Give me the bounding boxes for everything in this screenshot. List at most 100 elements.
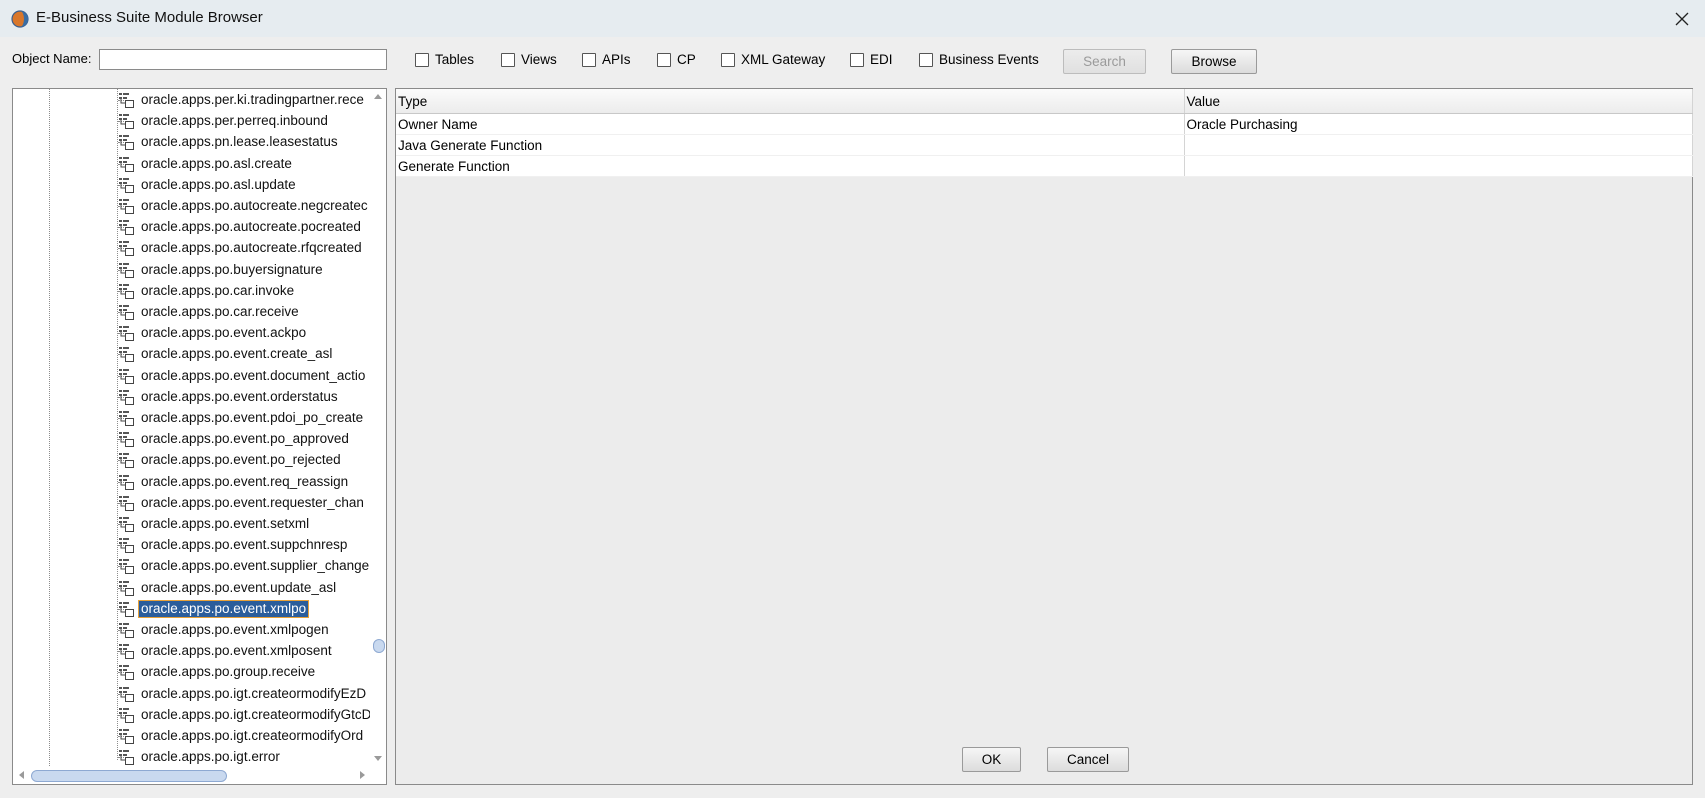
tree-item[interactable]: oracle.apps.po.car.receive (13, 302, 371, 323)
close-icon (1675, 12, 1689, 25)
tree-item-label: oracle.apps.po.asl.update (141, 176, 296, 192)
tree-vertical-scrollbar[interactable] (370, 89, 386, 766)
business-event-node-icon (119, 389, 134, 405)
tree-item[interactable]: oracle.apps.po.autocreate.negcreatec (13, 196, 371, 217)
business-event-node-icon (119, 580, 134, 596)
tree-item-label: oracle.apps.po.event.req_reassign (141, 473, 349, 489)
tree-item-label: oracle.apps.po.event.requester_chan (141, 494, 364, 510)
tree-item[interactable]: oracle.apps.po.event.supplier_change (13, 556, 371, 577)
checkbox-box[interactable] (582, 52, 596, 67)
business-event-node-icon (119, 665, 134, 681)
views-checkbox[interactable]: Views (501, 52, 557, 67)
object-name-label: Object Name: (12, 51, 92, 66)
xml-gateway-checkbox-label: XML Gateway (741, 52, 826, 67)
business-event-node-icon (119, 601, 134, 617)
tree-item[interactable]: oracle.apps.po.event.req_reassign (13, 472, 371, 493)
business-events-checkbox[interactable]: Business Events (919, 52, 1039, 67)
tree-horizontal-scrollbar[interactable] (13, 766, 371, 784)
tree-item[interactable]: oracle.apps.po.asl.create (13, 154, 371, 175)
tree-item[interactable]: oracle.apps.po.event.xmlpogen (13, 620, 371, 641)
business-event-node-icon (119, 495, 134, 511)
table-row[interactable]: Java Generate Function (396, 134, 1693, 156)
tree-item[interactable]: oracle.apps.po.event.ackpo (13, 323, 371, 344)
scroll-down-icon[interactable] (374, 756, 382, 761)
tree-list: oracle.apps.per.ki.tradingpartner.rece or… (13, 89, 371, 769)
business-event-node-icon (119, 559, 134, 575)
tree-item[interactable]: oracle.apps.po.car.invoke (13, 281, 371, 302)
checkbox-box[interactable] (721, 52, 735, 67)
tree-item[interactable]: oracle.apps.po.event.orderstatus (13, 387, 371, 408)
ok-button[interactable]: OK (962, 747, 1021, 772)
tree-item[interactable]: oracle.apps.per.ki.tradingpartner.rece (13, 90, 371, 111)
tree-item[interactable]: oracle.apps.po.igt.createormodifyOrd (13, 726, 371, 747)
business-event-node-icon (119, 474, 134, 490)
table-header-row: Type Value (396, 89, 1693, 114)
checkbox-box[interactable] (415, 52, 429, 67)
tree-item-label: oracle.apps.po.group.receive (141, 664, 316, 680)
tables-checkbox[interactable]: Tables (415, 52, 474, 67)
tree-item[interactable]: oracle.apps.po.event.pdoi_po_create (13, 408, 371, 429)
tree-item[interactable]: oracle.apps.po.autocreate.pocreated (13, 217, 371, 238)
tree-item[interactable]: oracle.apps.po.group.receive (13, 662, 371, 683)
tree-item[interactable]: oracle.apps.po.event.xmlpo (13, 599, 371, 620)
tree-item[interactable]: oracle.apps.po.event.update_asl (13, 578, 371, 599)
tree-item-label: oracle.apps.per.perreq.inbound (141, 113, 328, 129)
tree-item[interactable]: oracle.apps.po.event.create_asl (13, 344, 371, 365)
table-row[interactable]: Owner Name Oracle Purchasing (396, 113, 1693, 135)
checkbox-box[interactable] (919, 52, 933, 67)
checkbox-box[interactable] (501, 52, 515, 67)
browse-button[interactable]: Browse (1171, 49, 1257, 74)
tree-item[interactable]: oracle.apps.pn.lease.leasestatus (13, 132, 371, 153)
tree-item-label: oracle.apps.po.car.invoke (141, 282, 295, 298)
vertical-scroll-thumb[interactable] (373, 639, 385, 653)
checkbox-box[interactable] (657, 52, 671, 67)
tree-item[interactable]: oracle.apps.po.event.xmlposent (13, 641, 371, 662)
scroll-right-icon[interactable] (360, 771, 365, 779)
business-event-node-icon (119, 262, 134, 278)
tree-item[interactable]: oracle.apps.po.event.po_rejected (13, 450, 371, 471)
value-column-header[interactable]: Value (1184, 89, 1693, 114)
apis-checkbox-label: APIs (602, 52, 631, 67)
table-row[interactable]: Generate Function (396, 155, 1693, 177)
tree-item[interactable]: oracle.apps.po.event.setxml (13, 514, 371, 535)
tree-item-label: oracle.apps.po.igt.createormodifyOrd (141, 728, 364, 743)
checkbox-box[interactable] (850, 52, 864, 67)
xml-gateway-checkbox[interactable]: XML Gateway (721, 52, 825, 67)
search-button[interactable]: Search (1063, 49, 1146, 74)
properties-table: Type Value Owner Name Oracle Purchasing … (396, 89, 1693, 177)
tree-item[interactable]: oracle.apps.po.asl.update (13, 175, 371, 196)
tree-item[interactable]: oracle.apps.po.event.suppchnresp (13, 535, 371, 556)
scroll-up-icon[interactable] (374, 94, 382, 99)
tree-item[interactable]: oracle.apps.per.perreq.inbound (13, 111, 371, 132)
tree-item[interactable]: oracle.apps.po.igt.createormodifyEzD (13, 684, 371, 705)
cp-checkbox[interactable]: CP (657, 52, 696, 67)
close-button[interactable] (1659, 0, 1705, 37)
tree-item[interactable]: oracle.apps.po.igt.createormodifyGtcD (13, 705, 371, 726)
tree-item[interactable]: oracle.apps.po.event.requester_chan (13, 493, 371, 514)
apis-checkbox[interactable]: APIs (582, 52, 631, 67)
tree-item-label: oracle.apps.po.autocreate.rfqcreated (141, 240, 362, 256)
cancel-button[interactable]: Cancel (1047, 747, 1129, 772)
views-checkbox-label: Views (521, 52, 557, 67)
type-cell: Owner Name (396, 113, 1185, 135)
tree-item-label: oracle.apps.po.event.create_asl (141, 346, 333, 362)
business-event-node-icon (119, 347, 134, 363)
tree-item[interactable]: oracle.apps.po.buyersignature (13, 260, 371, 281)
tree-item[interactable]: oracle.apps.po.autocreate.rfqcreated (13, 238, 371, 259)
tree-item-label: oracle.apps.po.igt.error (141, 749, 280, 765)
tree-item[interactable]: oracle.apps.po.event.po_approved (13, 429, 371, 450)
business-event-node-icon (119, 283, 134, 299)
business-event-node-icon (119, 707, 134, 723)
tree-item-label: oracle.apps.po.event.xmlposent (141, 643, 332, 659)
tree-item-label: oracle.apps.po.event.xmlpogen (141, 622, 329, 637)
edi-checkbox[interactable]: EDI (850, 52, 893, 67)
object-name-input[interactable] (99, 49, 387, 70)
tree-item[interactable]: oracle.apps.po.event.document_actio (13, 366, 371, 387)
type-column-header[interactable]: Type (396, 89, 1185, 114)
scroll-left-icon[interactable] (19, 771, 24, 779)
window-title: E-Business Suite Module Browser (36, 9, 263, 26)
business-event-node-icon (119, 305, 134, 320)
business-event-node-icon (119, 517, 134, 532)
module-tree[interactable]: oracle.apps.per.ki.tradingpartner.rece or… (12, 88, 387, 785)
horizontal-scroll-thumb[interactable] (31, 770, 227, 782)
